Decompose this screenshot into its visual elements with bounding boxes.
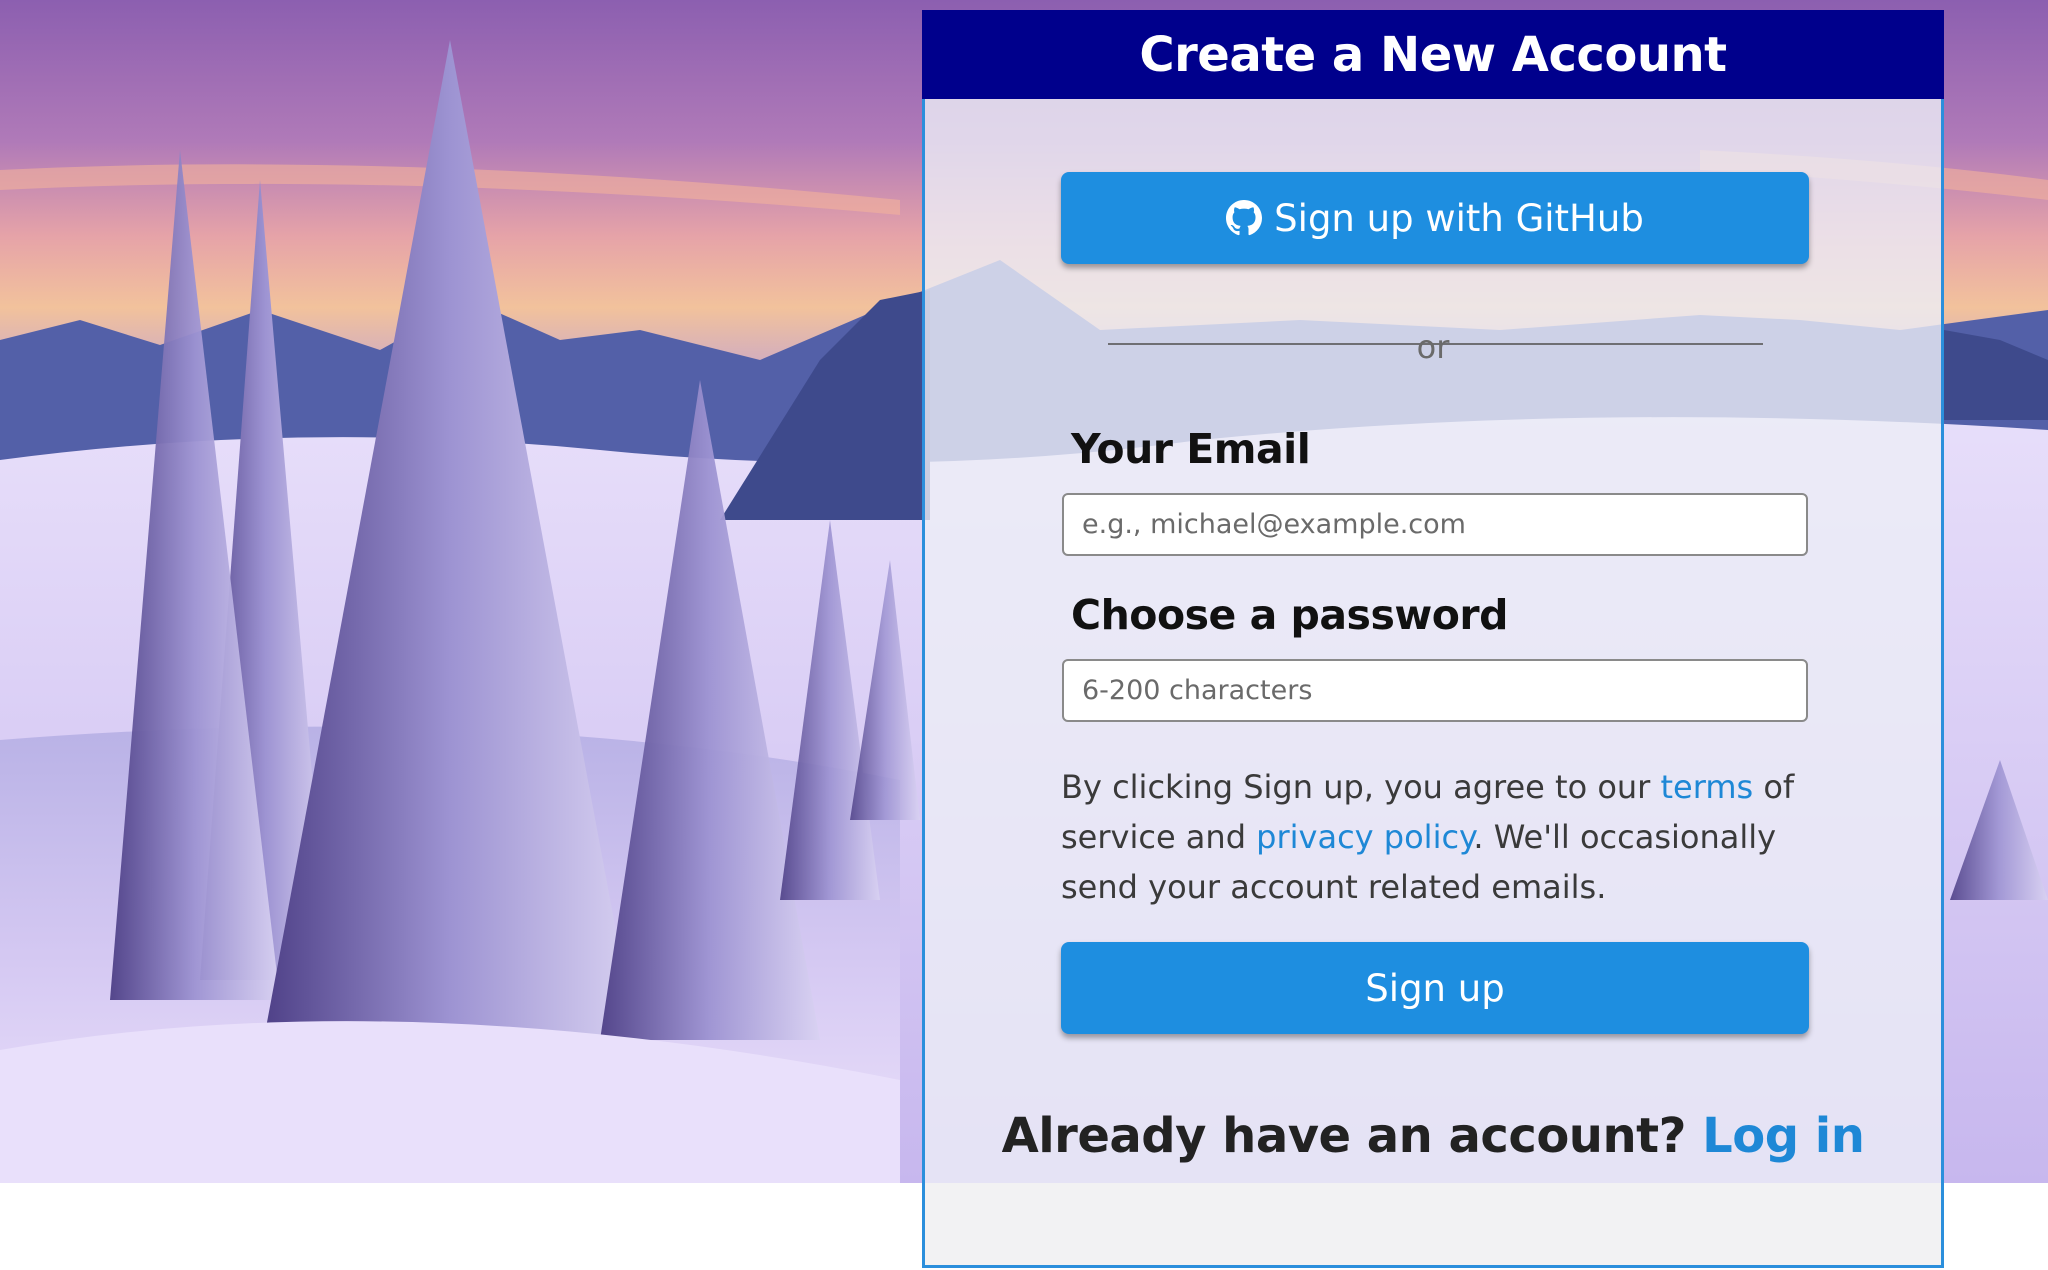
divider-text: or: [1416, 328, 1450, 366]
terms-link[interactable]: terms: [1661, 768, 1754, 806]
email-label: Your Email: [1071, 425, 1311, 473]
signup-button-label: Sign up: [1365, 966, 1505, 1010]
legal-notice: By clicking Sign up, you agree to our te…: [1061, 762, 1821, 912]
privacy-policy-link[interactable]: privacy policy: [1256, 818, 1473, 856]
github-signup-label: Sign up with GitHub: [1274, 196, 1644, 240]
login-prompt-text: Already have an account?: [1001, 1108, 1703, 1164]
signup-button[interactable]: Sign up: [1061, 942, 1809, 1034]
github-signup-button[interactable]: Sign up with GitHub: [1061, 172, 1809, 264]
password-field[interactable]: [1062, 659, 1808, 722]
email-field[interactable]: [1062, 493, 1808, 556]
page-title: Create a New Account: [922, 10, 1944, 99]
panel-footer-area: [925, 1183, 1941, 1265]
password-label: Choose a password: [1071, 591, 1508, 639]
login-prompt: Already have an account? Log in: [925, 1108, 1941, 1164]
login-link[interactable]: Log in: [1702, 1108, 1865, 1164]
github-icon: [1226, 200, 1263, 236]
legal-text-1: By clicking Sign up, you agree to our: [1061, 768, 1661, 806]
signup-panel: Create a New Account Sign up with GitHub…: [922, 10, 1944, 1268]
